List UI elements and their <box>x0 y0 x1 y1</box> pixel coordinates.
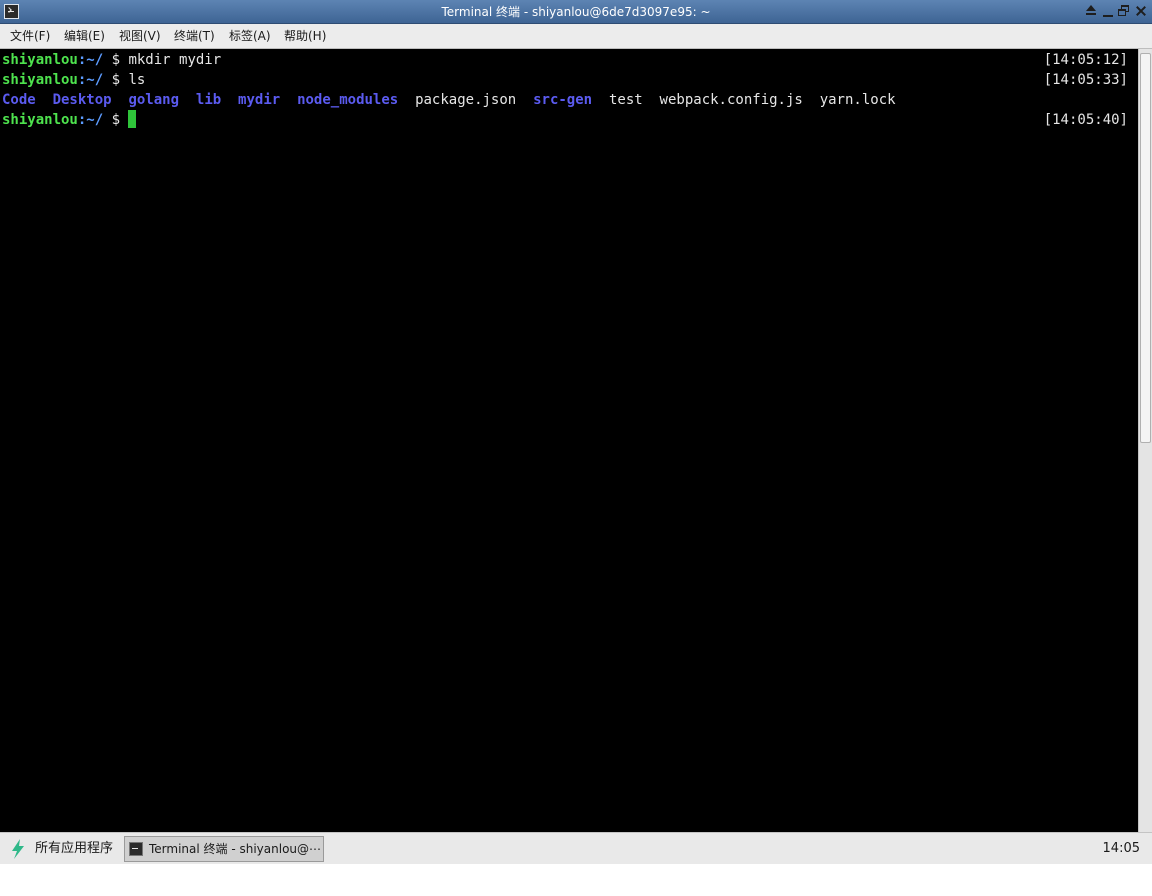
window-title: Terminal 终端 - shiyanlou@6de7d3097e95: ~ <box>441 5 711 19</box>
ls-entry: lib <box>195 92 222 108</box>
ls-entry: Desktop <box>52 92 112 108</box>
ls-entry: Code <box>2 92 36 108</box>
menu-file[interactable]: 文件(F) <box>10 29 50 43</box>
prompt-user: shiyanlou <box>2 112 78 128</box>
taskbar-window-label: Terminal 终端 - shiyanlou@⋯ <box>149 842 322 856</box>
prompt-symbol: $ <box>103 52 129 68</box>
prompt-symbol: $ <box>103 112 129 128</box>
vertical-scrollbar[interactable] <box>1138 49 1152 832</box>
terminal-output[interactable]: shiyanlou:~/ $ mkdir mydir [14:05:12] sh… <box>0 49 1138 832</box>
prompt-user: shiyanlou <box>2 72 78 88</box>
text-cursor <box>128 110 137 128</box>
menu-edit[interactable]: 编辑(E) <box>64 29 105 43</box>
close-button[interactable] <box>1134 4 1149 19</box>
ls-entry: yarn.lock <box>819 92 896 108</box>
menu-view[interactable]: 视图(V) <box>119 29 161 43</box>
command-text: mkdir mydir <box>128 52 222 68</box>
prompt-symbol: $ <box>103 72 129 88</box>
ls-entry: webpack.config.js <box>659 92 803 108</box>
prompt-line: shiyanlou:~/ $ <box>2 110 137 130</box>
shade-button[interactable] <box>1084 4 1099 19</box>
maximize-button[interactable] <box>1117 4 1132 19</box>
ls-entry: package.json <box>415 92 517 108</box>
prompt-path: :~/ <box>77 72 104 88</box>
prompt-user: shiyanlou <box>2 52 78 68</box>
command-text: ls <box>128 72 146 88</box>
shiyanlou-logo-icon[interactable] <box>8 838 28 860</box>
menu-bar: 文件(F) 编辑(E) 视图(V) 终端(T) 标签(A) 帮助(H) <box>0 24 1152 49</box>
ls-entry: node_modules <box>297 92 399 108</box>
menu-help[interactable]: 帮助(H) <box>284 29 326 43</box>
ls-entry: test <box>608 92 643 108</box>
ls-entry: golang <box>128 92 180 108</box>
prompt-path: :~/ <box>77 112 104 128</box>
clock[interactable]: 14:05 <box>1103 841 1140 857</box>
prompt-line: shiyanlou:~/ $ ls <box>2 70 145 90</box>
ls-entry: mydir <box>238 92 281 108</box>
timestamp: [14:05:12] <box>1043 52 1128 68</box>
timestamp: [14:05:40] <box>1043 112 1128 128</box>
scrollbar-thumb[interactable] <box>1140 53 1151 443</box>
applications-menu[interactable]: 所有应用程序 <box>35 841 113 857</box>
menu-terminal[interactable]: 终端(T) <box>174 29 215 43</box>
screen-bottom <box>0 864 1152 896</box>
ls-entry: src-gen <box>533 92 593 108</box>
minimize-button[interactable] <box>1101 4 1116 19</box>
taskbar-window-button[interactable]: Terminal 终端 - shiyanlou@⋯ <box>124 836 324 862</box>
timestamp: [14:05:33] <box>1043 72 1128 88</box>
ls-output: Code Desktop golang lib mydir node_modul… <box>2 90 896 110</box>
title-bar: Terminal 终端 - shiyanlou@6de7d3097e95: ~ <box>0 0 1152 24</box>
menu-tabs[interactable]: 标签(A) <box>229 29 271 43</box>
taskbar: 所有应用程序 Terminal 终端 - shiyanlou@⋯ 14:05 <box>0 832 1152 864</box>
prompt-line: shiyanlou:~/ $ mkdir mydir <box>2 50 221 70</box>
terminal-icon <box>129 842 143 856</box>
prompt-path: :~/ <box>77 52 104 68</box>
